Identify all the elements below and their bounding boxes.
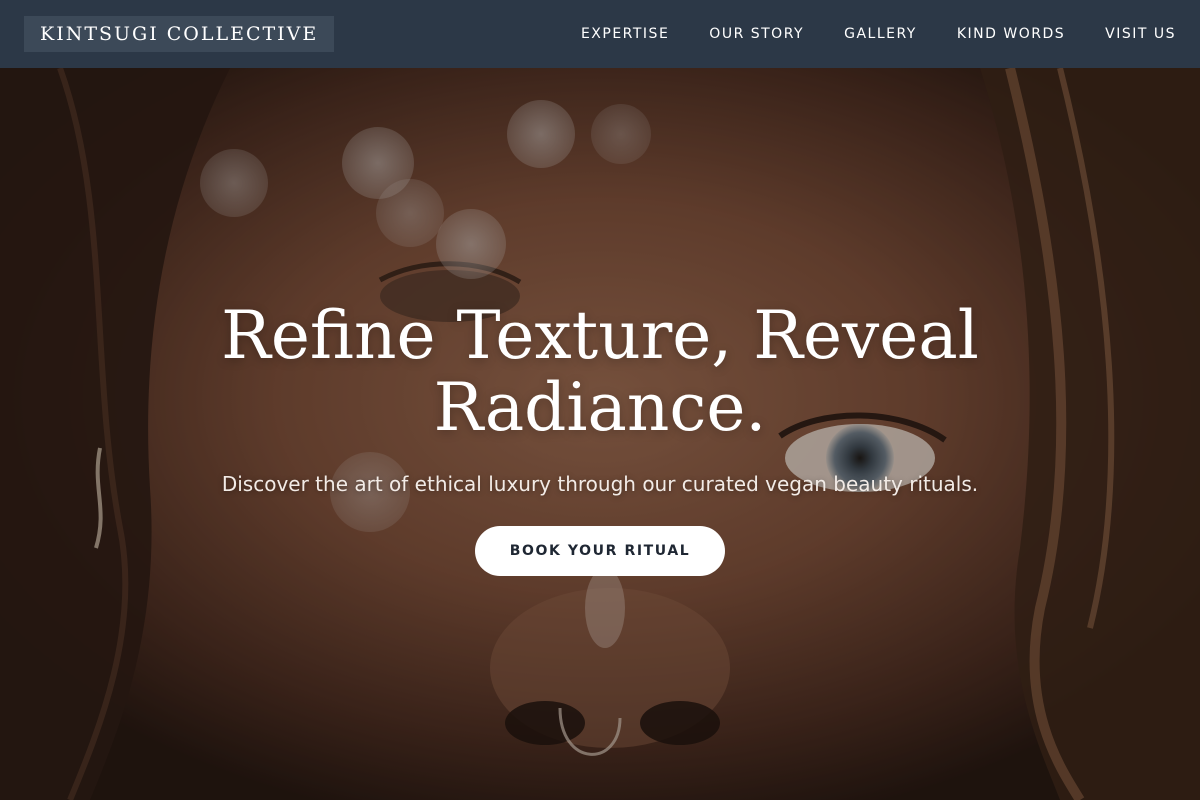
- book-your-ritual-button[interactable]: BOOK YOUR RITUAL: [475, 526, 725, 576]
- site-header: KINTSUGI COLLECTIVE EXPERTISE OUR STORY …: [0, 0, 1200, 68]
- main-nav: EXPERTISE OUR STORY GALLERY KIND WORDS V…: [581, 26, 1176, 42]
- page: KINTSUGI COLLECTIVE EXPERTISE OUR STORY …: [0, 0, 1200, 800]
- hero-subhead: Discover the art of ethical luxury throu…: [221, 472, 979, 496]
- hero-section: Refine Texture, Reveal Radiance. Discove…: [0, 68, 1200, 800]
- brand-logo[interactable]: KINTSUGI COLLECTIVE: [24, 16, 335, 52]
- nav-link-expertise[interactable]: EXPERTISE: [581, 26, 669, 42]
- nav-link-kind-words[interactable]: KIND WORDS: [957, 26, 1065, 42]
- hero-content: Refine Texture, Reveal Radiance. Discove…: [0, 68, 1200, 800]
- hero-headline: Refine Texture, Reveal Radiance.: [221, 297, 979, 446]
- nav-link-gallery[interactable]: GALLERY: [844, 26, 917, 42]
- nav-link-our-story[interactable]: OUR STORY: [709, 26, 804, 42]
- nav-link-visit-us[interactable]: VISIT US: [1105, 26, 1176, 42]
